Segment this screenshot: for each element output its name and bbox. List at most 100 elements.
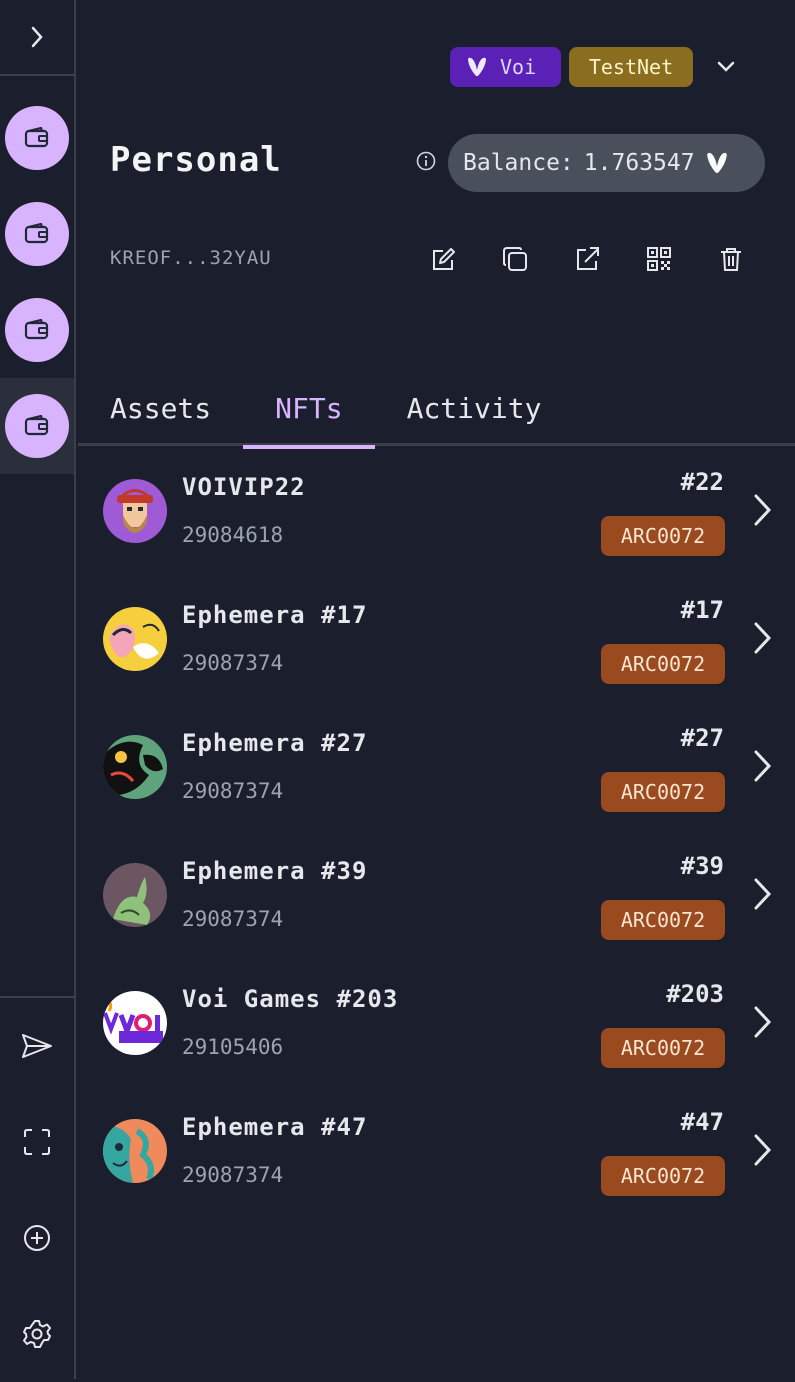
open-explorer-button[interactable]: [574, 244, 600, 274]
account-address: KREOF...32YAU: [110, 247, 272, 269]
nft-serial: #203: [666, 980, 724, 1008]
sidebar-tools: [0, 996, 74, 1382]
nft-name: VOIVIP22: [182, 473, 306, 501]
nft-app-id: 29105406: [182, 1035, 284, 1059]
nft-app-id: 29087374: [182, 779, 284, 803]
tab-activity[interactable]: Activity: [375, 370, 574, 446]
chevron-right-icon: [754, 750, 772, 782]
nft-list-item[interactable]: Ephemera #39 29087374 #39 ARC0072: [78, 831, 795, 959]
nft-thumbnail: [103, 863, 167, 927]
nft-standard-badge: ARC0072: [601, 900, 725, 940]
account-avatar: [5, 106, 69, 170]
nft-standard-badge: ARC0072: [601, 516, 725, 556]
chain-label: Voi: [500, 55, 537, 79]
sidebar-account-2[interactable]: [0, 186, 74, 282]
nft-list-item[interactable]: Ephemera #27 29087374 #27 ARC0072: [78, 703, 795, 831]
nft-name: Voi Games #203: [182, 985, 399, 1013]
copy-address-button[interactable]: [502, 244, 528, 274]
show-qr-button[interactable]: [646, 244, 672, 274]
tab-assets[interactable]: Assets: [78, 370, 243, 446]
nft-thumbnail: [103, 607, 167, 671]
nft-name: Ephemera #39: [182, 857, 368, 885]
info-icon: [416, 151, 436, 171]
nft-standard-badge: ARC0072: [601, 1156, 725, 1196]
settings-button[interactable]: [0, 1286, 74, 1382]
nft-list-item[interactable]: VOIVIP22 29084618 #22 ARC0072: [78, 447, 795, 575]
balance-value: 1.763547: [583, 150, 695, 176]
delete-account-button[interactable]: [718, 244, 744, 274]
balance-label: Balance:: [463, 150, 574, 176]
edit-icon: [433, 248, 455, 270]
balance-info-button[interactable]: [416, 151, 436, 175]
sidebar-account-3[interactable]: [0, 282, 74, 378]
nft-standard-badge: ARC0072: [601, 772, 725, 812]
nft-app-id: 29087374: [182, 907, 284, 931]
account-avatar: [5, 202, 69, 266]
settings-icon: [23, 1320, 51, 1348]
nft-list-item[interactable]: Voi Games #203 29105406 #203 ARC0072: [78, 959, 795, 1087]
main-panel: Voi TestNet Personal Balance: 1.763547 K…: [78, 0, 795, 1379]
network-env-badge[interactable]: TestNet: [569, 47, 693, 87]
qr-code-icon: [647, 247, 671, 271]
chevron-right-icon: [754, 622, 772, 654]
wallet-icon: [24, 319, 49, 340]
nft-app-id: 29087374: [182, 1163, 284, 1187]
sidebar-accounts: [0, 76, 74, 474]
nft-name: Ephemera #27: [182, 729, 368, 757]
network-env-label: TestNet: [588, 55, 674, 79]
account-avatar: [5, 298, 69, 362]
add-account-button[interactable]: [0, 1190, 74, 1286]
tab-nfts[interactable]: NFTs: [243, 370, 376, 449]
nft-name: Ephemera #17: [182, 601, 368, 629]
nft-list-item[interactable]: Ephemera #17 29087374 #17 ARC0072: [78, 575, 795, 703]
sidebar: [0, 0, 76, 1379]
wallet-icon: [24, 127, 49, 148]
voi-logo-icon: [706, 152, 727, 173]
account-name: Personal: [110, 140, 282, 180]
copy-icon: [503, 247, 527, 271]
nft-thumbnail: [103, 735, 167, 799]
scan-icon: [24, 1129, 50, 1155]
network-selector[interactable]: Voi TestNet: [450, 47, 735, 87]
network-dropdown-button[interactable]: [717, 61, 735, 73]
chevron-right-icon: [754, 878, 772, 910]
nft-thumbnail: [103, 1119, 167, 1183]
account-avatar: [5, 394, 69, 458]
nft-standard-badge: ARC0072: [601, 1028, 725, 1068]
balance-pill: Balance: 1.763547: [448, 134, 765, 192]
nft-serial: #17: [680, 596, 724, 624]
external-link-icon: [577, 247, 599, 270]
chevron-down-icon: [717, 61, 735, 72]
edit-account-button[interactable]: [430, 244, 456, 274]
send-button[interactable]: [0, 998, 74, 1094]
sidebar-account-4[interactable]: [0, 378, 74, 474]
voi-logo-icon: [468, 57, 486, 76]
nft-name: Ephemera #47: [182, 1113, 368, 1141]
scan-button[interactable]: [0, 1094, 74, 1190]
sidebar-expand-button[interactable]: [0, 0, 74, 76]
trash-icon: [721, 248, 741, 271]
nft-thumbnail: [103, 479, 167, 543]
nft-standard-badge: ARC0072: [601, 644, 725, 684]
nft-app-id: 29087374: [182, 651, 284, 675]
sidebar-account-1[interactable]: [0, 90, 74, 186]
nft-list: VOIVIP22 29084618 #22 ARC0072 Ephemera #…: [78, 447, 795, 1215]
chain-badge[interactable]: Voi: [450, 47, 561, 87]
chevron-right-icon: [754, 1006, 772, 1038]
nft-app-id: 29084618: [182, 523, 284, 547]
account-actions: [430, 244, 744, 274]
nft-list-item[interactable]: Ephemera #47 29087374 #47 ARC0072: [78, 1087, 795, 1215]
chevron-right-icon: [754, 1134, 772, 1166]
send-icon: [22, 1034, 52, 1058]
add-circle-icon: [24, 1225, 50, 1251]
nft-serial: #47: [680, 1108, 724, 1136]
wallet-icon: [24, 415, 49, 436]
nft-thumbnail: [103, 991, 167, 1055]
chevron-right-icon: [754, 494, 772, 526]
wallet-icon: [24, 223, 49, 244]
nft-serial: #27: [680, 724, 724, 752]
nft-serial: #39: [680, 852, 724, 880]
account-tabs: Assets NFTs Activity: [78, 370, 795, 449]
nft-serial: #22: [680, 468, 724, 496]
chevron-right-icon: [31, 26, 43, 48]
